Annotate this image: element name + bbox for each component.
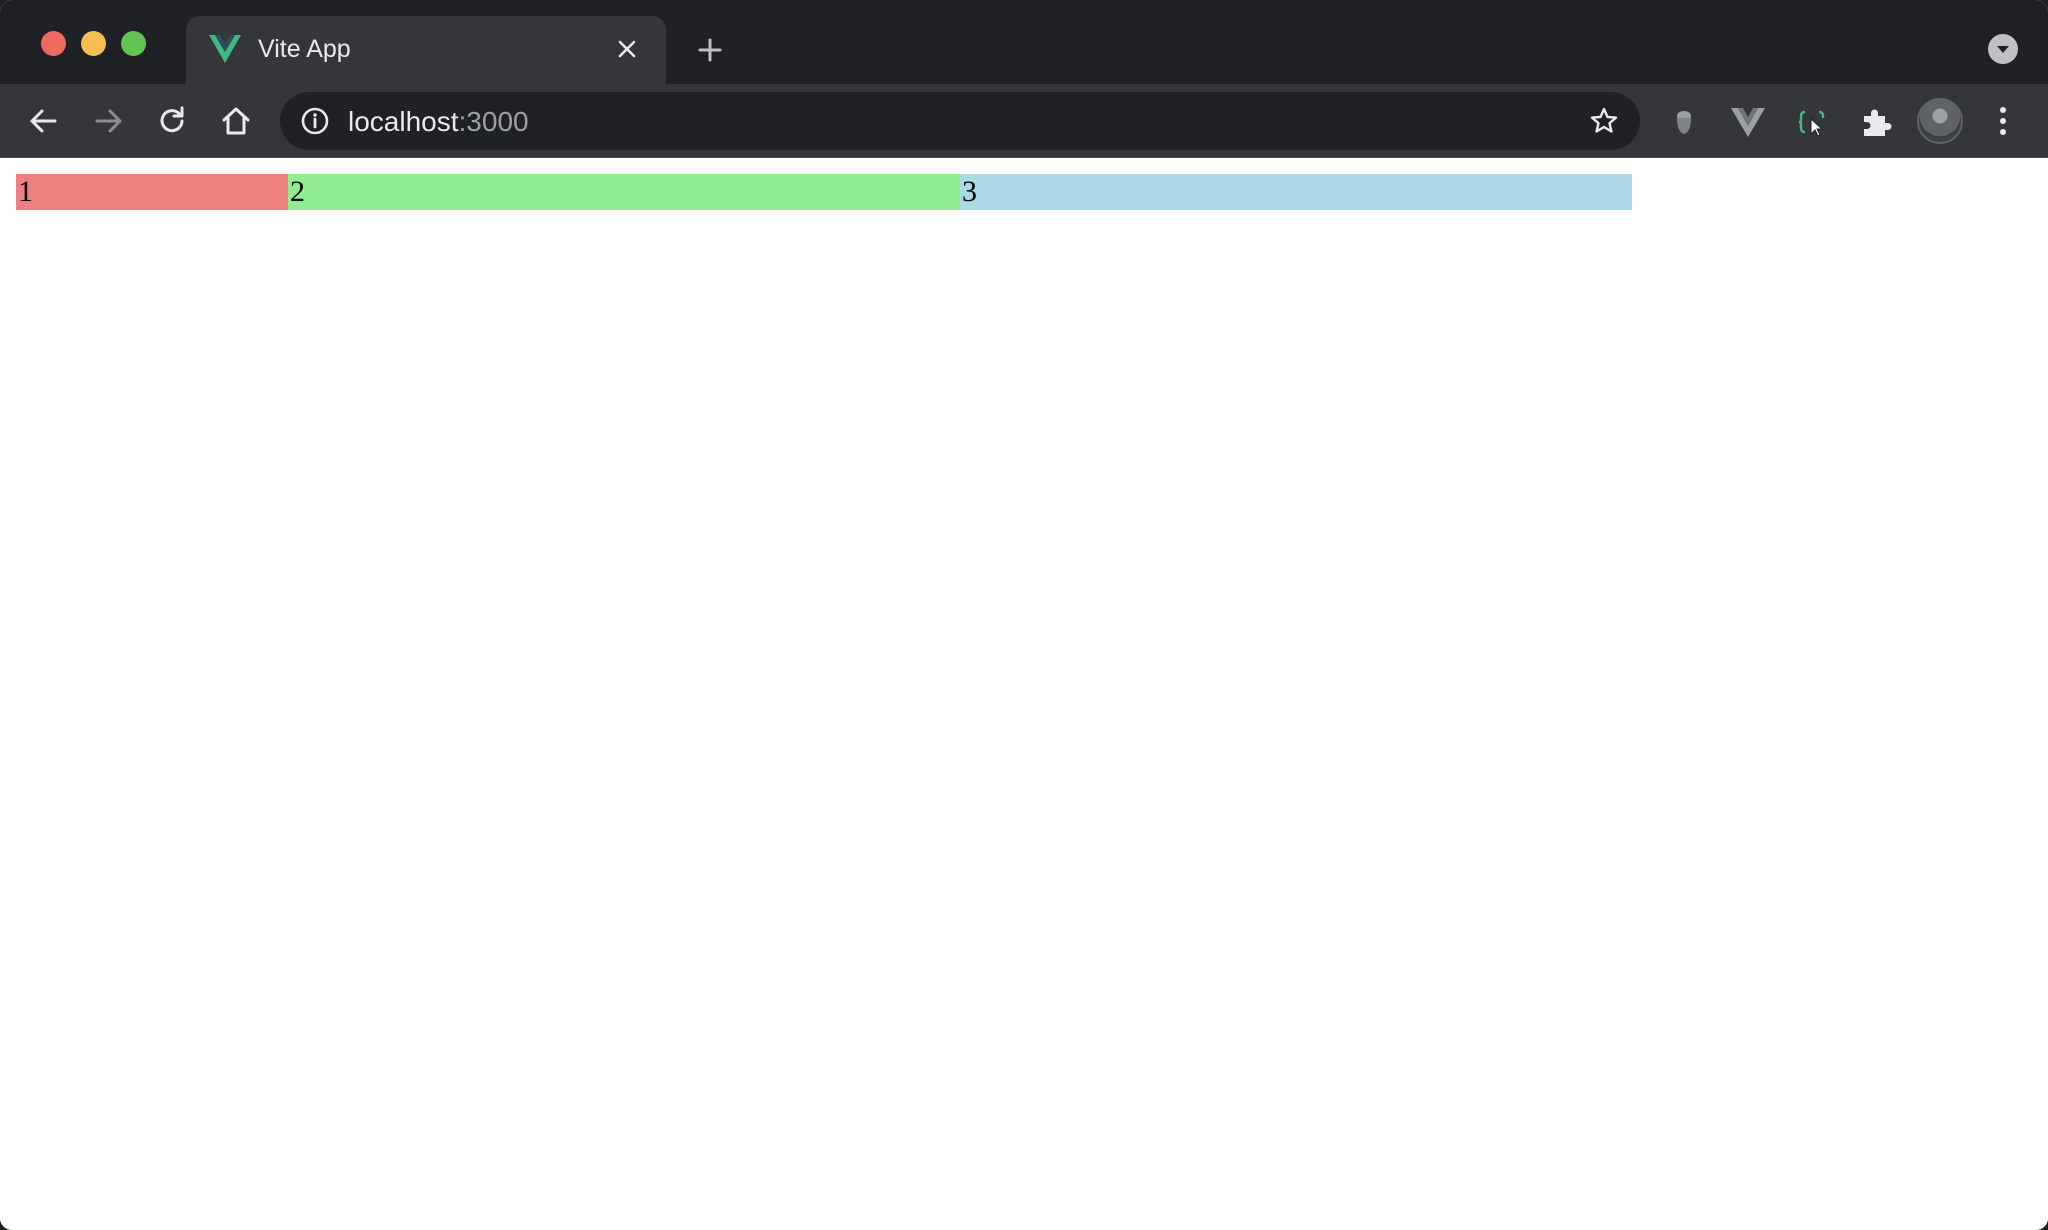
chevron-down-icon	[1997, 46, 2009, 53]
back-arrow-icon[interactable]	[25, 102, 63, 140]
kebab-menu-icon[interactable]	[1988, 102, 2018, 140]
window-maximize-button[interactable]	[121, 31, 146, 56]
flex-item-1: 1	[16, 174, 288, 210]
tab-vite-app[interactable]: Vite App	[186, 16, 666, 84]
tab-strip: Vite App	[0, 0, 2048, 84]
avatar[interactable]	[1917, 98, 1963, 144]
vue-logo-icon	[209, 35, 241, 63]
close-icon[interactable]	[612, 34, 642, 64]
info-icon[interactable]	[300, 106, 330, 136]
flex-item-3: 3	[960, 174, 1632, 210]
url-port: :3000	[458, 106, 529, 137]
forward-arrow-icon[interactable]	[89, 102, 127, 140]
home-icon[interactable]	[217, 102, 255, 140]
url-host: localhost	[348, 106, 459, 137]
plus-icon[interactable]	[692, 32, 728, 68]
browser-window: Vite App localhost:3000 1 2 3	[0, 0, 2048, 1230]
tab-search-button[interactable]	[1988, 34, 2018, 64]
extension-puzzle-icon[interactable]	[1858, 104, 1894, 140]
address-bar[interactable]: localhost:3000	[280, 92, 1640, 150]
toolbar: localhost:3000	[0, 84, 2048, 158]
window-close-button[interactable]	[41, 31, 66, 56]
page-content: 1 2 3	[0, 158, 2048, 1230]
tab-title: Vite App	[258, 35, 351, 63]
url-text[interactable]: localhost:3000	[348, 106, 529, 138]
star-icon[interactable]	[1588, 105, 1620, 137]
flex-item-2: 2	[288, 174, 960, 210]
vue-devtools-icon[interactable]	[1730, 104, 1766, 140]
extension-bracket-cursor-icon[interactable]	[1794, 104, 1830, 140]
extension-acorn-icon[interactable]	[1666, 104, 1702, 140]
flex-container: 1 2 3	[16, 174, 1632, 210]
reload-icon[interactable]	[153, 102, 191, 140]
window-minimize-button[interactable]	[81, 31, 106, 56]
